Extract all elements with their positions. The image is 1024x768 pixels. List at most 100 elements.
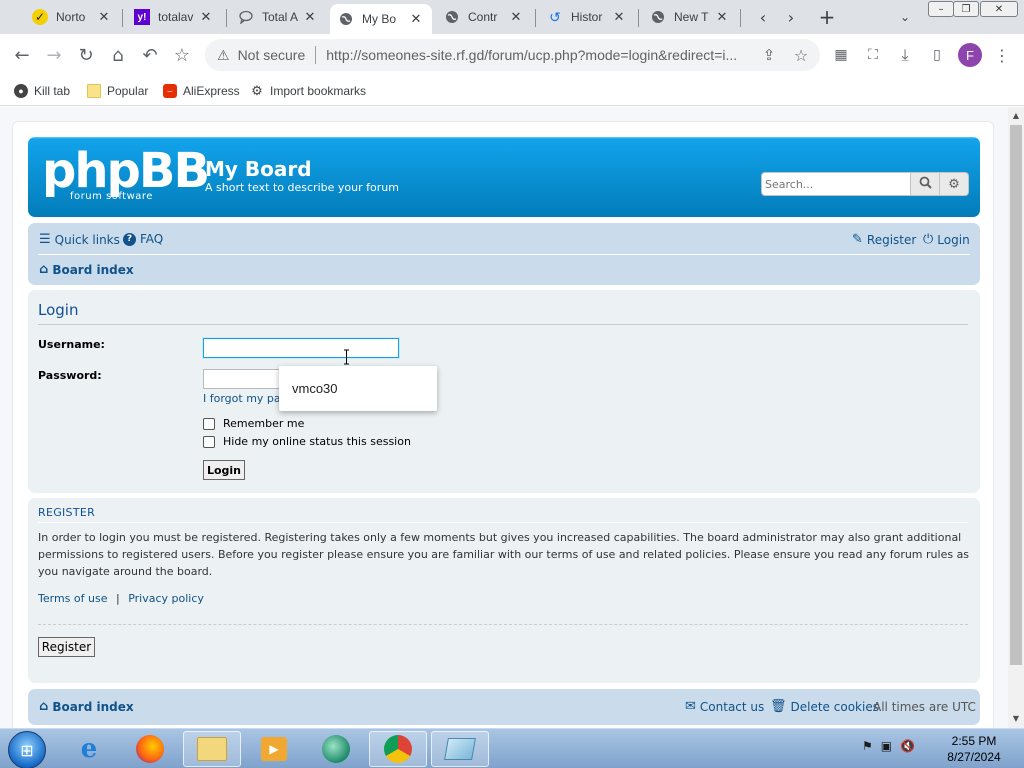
register-button[interactable]: Register xyxy=(38,637,95,657)
scroll-up-arrow-icon[interactable]: ▲ xyxy=(1011,111,1021,121)
scroll-tabs-left-icon[interactable]: ‹ xyxy=(752,6,774,28)
terms-of-use-link[interactable]: Terms of use xyxy=(38,592,107,605)
bookmark-import[interactable]: ⚙ Import bookmarks xyxy=(250,82,366,100)
extensions-grid-icon[interactable]: ▦ xyxy=(829,43,853,67)
search-button[interactable] xyxy=(911,172,940,196)
close-tab-icon[interactable]: ✕ xyxy=(408,11,424,27)
scrollbar-thumb[interactable] xyxy=(1010,125,1022,665)
contact-us-link[interactable]: ✉ Contact us xyxy=(685,699,764,714)
download-icon[interactable]: ⤓ xyxy=(893,43,917,67)
taskbar-clock[interactable]: 2:55 PM 8/27/2024 xyxy=(942,733,1006,765)
remember-me-row[interactable]: Remember me xyxy=(203,417,304,430)
header-search: ⚙ xyxy=(761,172,969,196)
power-icon: ⏻ xyxy=(923,232,934,247)
pencil-square-icon: ✎ xyxy=(852,232,863,247)
browser-tab[interactable]: Contr ✕ xyxy=(436,4,532,30)
tab-separator xyxy=(638,9,639,27)
menu-kebab-icon[interactable]: ⋮ xyxy=(990,43,1014,67)
footer-board-index[interactable]: ⌂ Board index xyxy=(39,699,134,714)
taskbar-file-explorer[interactable] xyxy=(183,731,241,767)
taskbar-app[interactable] xyxy=(307,731,365,767)
bookmark-star-icon[interactable]: ☆ xyxy=(170,43,194,67)
close-tab-icon[interactable]: ✕ xyxy=(714,9,730,25)
privacy-policy-link[interactable]: Privacy policy xyxy=(128,592,204,605)
register-panel: REGISTER In order to login you must be r… xyxy=(28,498,980,683)
scroll-tabs-right-icon[interactable]: › xyxy=(780,6,802,28)
bookmark-kill-tab[interactable]: ● Kill tab xyxy=(14,82,70,100)
login-button[interactable]: Login xyxy=(203,460,245,480)
hide-status-row[interactable]: Hide my online status this session xyxy=(203,435,411,448)
volume-muted-icon[interactable]: 🔇 xyxy=(900,739,915,753)
site-description: A short text to describe your forum xyxy=(205,181,399,194)
clock-time: 2:55 PM xyxy=(951,734,997,748)
globe-icon xyxy=(650,9,666,25)
browser-tab-active[interactable]: My Bo ✕ xyxy=(330,4,432,34)
address-bar[interactable]: ⚠ Not secure http://someones-site.rf.gd/… xyxy=(205,39,820,71)
omnibox-divider xyxy=(315,46,317,64)
bookmark-page-star-icon[interactable]: ☆ xyxy=(789,43,813,67)
advanced-search-button[interactable]: ⚙ xyxy=(940,172,969,196)
browser-tab[interactable]: Total A ✕ xyxy=(230,4,326,30)
close-tab-icon[interactable]: ✕ xyxy=(508,9,524,25)
login-link[interactable]: ⏻ Login xyxy=(923,232,970,247)
home-icon[interactable]: ⌂ xyxy=(106,43,130,67)
back-icon[interactable]: ← xyxy=(10,43,34,67)
taskbar-window-app[interactable] xyxy=(431,731,489,767)
gear-icon: ⚙ xyxy=(948,176,960,192)
autofill-suggestion[interactable]: vmco30 xyxy=(279,366,437,411)
password-label: Password: xyxy=(38,369,102,382)
text-cursor-icon xyxy=(344,349,349,365)
username-field[interactable] xyxy=(203,338,399,358)
forum-navbar: ☰ Quick links ? FAQ ✎ Register ⏻ Login ⌂… xyxy=(28,223,980,285)
profile-avatar[interactable]: F xyxy=(958,43,982,67)
network-icon[interactable]: ▣ xyxy=(881,739,892,753)
maximize-window-button[interactable]: ❐ xyxy=(953,1,979,17)
close-tab-icon[interactable]: ✕ xyxy=(302,9,318,25)
kill-tab-icon: ● xyxy=(14,84,28,98)
side-panel-icon[interactable]: ▯ xyxy=(925,43,949,67)
taskbar-firefox[interactable] xyxy=(121,731,179,767)
faq-link[interactable]: ? FAQ xyxy=(123,232,163,246)
crop-icon[interactable]: ⛶ xyxy=(861,43,885,67)
scroll-down-arrow-icon[interactable]: ▼ xyxy=(1011,714,1021,724)
bookmark-aliexpress[interactable]: ⌣ AliExpress xyxy=(163,82,240,100)
start-button[interactable]: ⊞ xyxy=(8,731,46,768)
close-window-button[interactable]: ✕ xyxy=(980,1,1018,17)
forgot-password-link[interactable]: I forgot my pa xyxy=(203,392,281,405)
page-scrollbar[interactable]: ▲ ▼ xyxy=(1008,107,1024,728)
link-separator: | xyxy=(115,592,120,605)
url-text[interactable]: http://someones-site.rf.gd/forum/ucp.php… xyxy=(326,47,820,63)
quick-links-menu[interactable]: ☰ Quick links xyxy=(39,232,120,247)
remember-me-checkbox[interactable] xyxy=(203,417,215,430)
tab-search-icon[interactable]: ⌄ xyxy=(894,6,916,28)
share-icon[interactable]: ⇪ xyxy=(757,43,781,67)
register-link[interactable]: ✎ Register xyxy=(852,232,916,247)
close-tab-icon[interactable]: ✕ xyxy=(611,9,627,25)
firefox-icon xyxy=(136,735,164,763)
taskbar-media-player[interactable]: ▶ xyxy=(245,731,303,767)
page-viewport: phpBB forum software My Board A short te… xyxy=(0,107,1008,728)
hide-status-checkbox[interactable] xyxy=(203,435,215,448)
taskbar-internet-explorer[interactable]: e xyxy=(60,731,118,767)
flag-icon[interactable]: ⚑ xyxy=(862,739,873,753)
reload-icon[interactable]: ↻ xyxy=(74,43,98,67)
minimize-window-button[interactable]: – xyxy=(928,1,954,17)
chat-app-icon xyxy=(322,735,350,763)
breadcrumb-board-index[interactable]: ⌂ Board index xyxy=(39,262,134,277)
forward-icon[interactable]: → xyxy=(42,43,66,67)
new-tab-icon[interactable]: + xyxy=(816,5,838,29)
delete-cookies-link[interactable]: 🗑 Delete cookies xyxy=(770,699,879,714)
bookmark-popular[interactable]: Popular xyxy=(87,82,148,100)
undo-icon[interactable]: ↶ xyxy=(138,43,162,67)
browser-tab[interactable]: y! totalav ✕ xyxy=(126,4,222,30)
browser-tab[interactable]: ✓ Norto ✕ xyxy=(24,4,120,30)
taskbar-chrome[interactable] xyxy=(369,731,427,767)
search-input[interactable] xyxy=(761,172,911,196)
site-name: My Board xyxy=(205,157,312,181)
browser-tab[interactable]: ↺ Histor ✕ xyxy=(539,4,635,30)
browser-tab[interactable]: New T ✕ xyxy=(642,4,738,30)
phpbb-logo[interactable]: phpBB forum software xyxy=(42,145,210,205)
close-tab-icon[interactable]: ✕ xyxy=(96,9,112,25)
close-tab-icon[interactable]: ✕ xyxy=(198,9,214,25)
question-circle-icon: ? xyxy=(123,232,136,246)
